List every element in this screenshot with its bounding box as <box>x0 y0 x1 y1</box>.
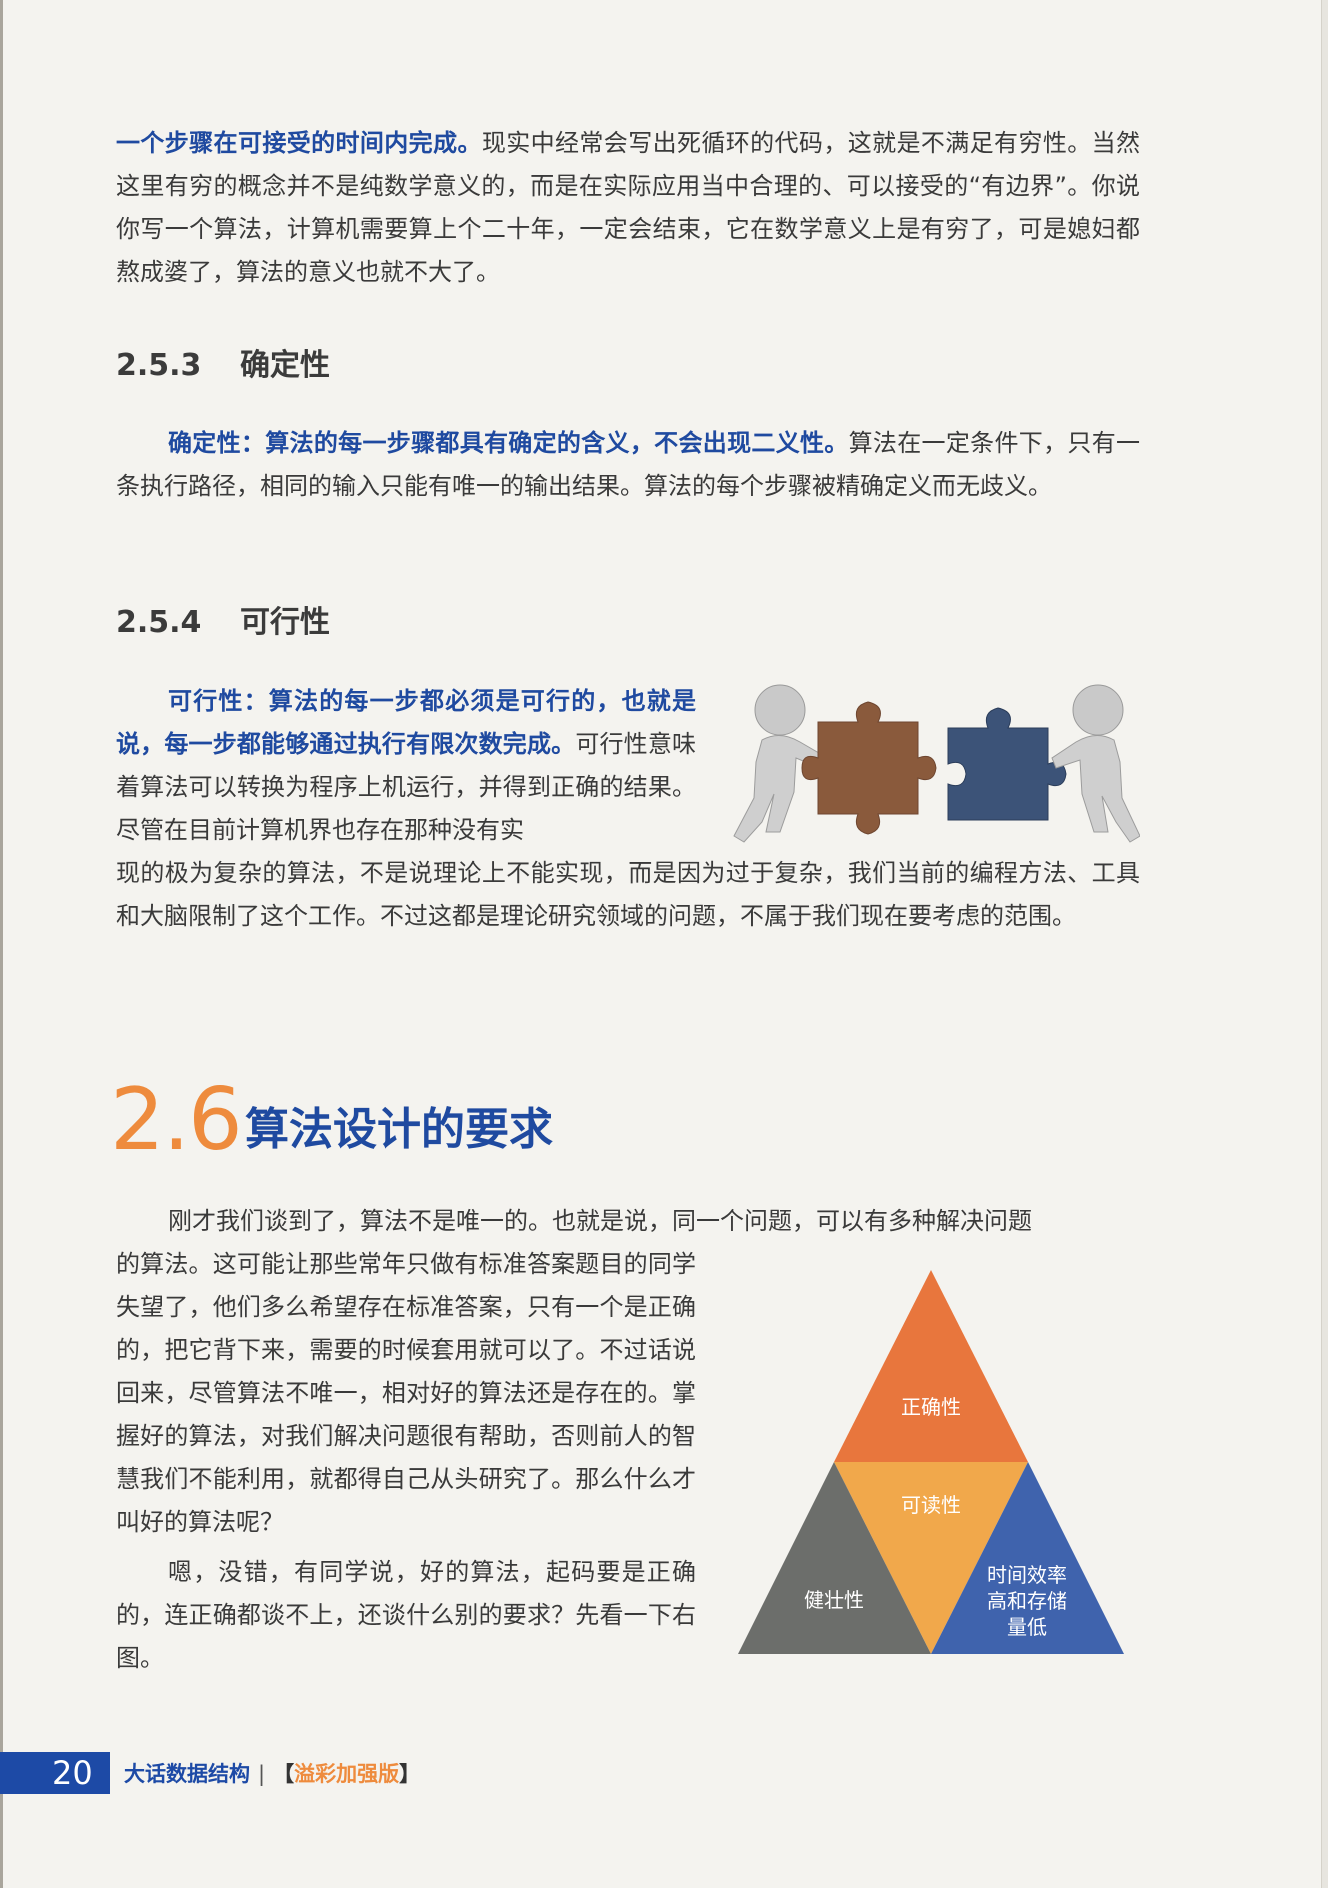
determinism-emphasis: 确定性：算法的每一步骤都具有确定的含义，不会出现二义性。 <box>168 429 849 457</box>
puzzle-piece-blue-icon <box>947 707 1067 821</box>
requirements-text-1: 的算法。这可能让那些常年只做有标准答案题目的同学失望了，他们多么希望存在标准答案… <box>116 1250 696 1536</box>
footer-book-title: 大话数据结构 | 【溢彩加强版】 <box>124 1758 420 1788</box>
pyramid-top-triangle <box>834 1270 1028 1462</box>
finiteness-paragraph: 一个步骤在可接受的时间内完成。现实中经常会写出死循环的代码，这就是不满足有穷性。… <box>116 122 1140 294</box>
page-edge <box>1321 0 1328 1888</box>
book-name: 大话数据结构 <box>124 1762 250 1786</box>
label-efficiency-line-2: 高和存储 <box>987 1589 1067 1613</box>
puzzle-illustration <box>733 684 1140 843</box>
feasibility-text-continued: 现的极为复杂的算法，不是说理论上不能实现，而是因为过于复杂，我们当前的编程方法、… <box>116 859 1140 930</box>
figure-right-icon <box>1051 684 1140 843</box>
finiteness-emphasis: 一个步骤在可接受的时间内完成。 <box>116 129 482 157</box>
requirements-paragraph-1: 的算法。这可能让那些常年只做有标准答案题目的同学失望了，他们多么希望存在标准答案… <box>116 1243 696 1544</box>
requirements-text-2: 嗯，没错，有同学说，好的算法，起码要是正确的，连正确都谈不上，还谈什么别的要求？… <box>116 1558 696 1672</box>
footer-separator: | <box>258 1762 266 1786</box>
page-spine <box>0 0 3 1888</box>
section-title: 算法设计的要求 <box>245 1104 553 1155</box>
heading-2-5-4: 2.5.4 可行性 <box>116 597 330 641</box>
heading-number: 2.5.4 <box>116 605 202 640</box>
determinism-paragraph: 确定性：算法的每一步骤都具有确定的含义，不会出现二义性。算法在一定条件下，只有一… <box>116 422 1140 508</box>
requirements-paragraph-2: 嗯，没错，有同学说，好的算法，起码要是正确的，连正确都谈不上，还谈什么别的要求？… <box>116 1551 696 1680</box>
requirements-intro-text: 刚才我们谈到了，算法不是唯一的。也就是说，同一个问题，可以有多种解决问题 <box>168 1207 1032 1235</box>
label-efficiency-line-1: 时间效率 <box>987 1563 1067 1587</box>
label-robustness: 健壮性 <box>804 1588 864 1612</box>
label-efficiency-line-3: 量低 <box>1007 1615 1047 1639</box>
bracket-open: 【 <box>273 1762 295 1786</box>
label-readability: 可读性 <box>901 1493 961 1517</box>
feasibility-paragraph-continued: 现的极为复杂的算法，不是说理论上不能实现，而是因为过于复杂，我们当前的编程方法、… <box>116 852 1140 938</box>
bracket-close: 】 <box>399 1762 421 1786</box>
label-correctness: 正确性 <box>901 1395 961 1419</box>
feasibility-paragraph: 可行性：算法的每一步都必须是可行的，也就是说，每一步都能够通过执行有限次数完成。… <box>116 680 696 852</box>
edition-name: 溢彩加强版 <box>294 1762 400 1786</box>
puzzle-piece-brown-icon <box>801 701 937 835</box>
heading-title: 确定性 <box>240 348 330 383</box>
heading-number: 2.5.3 <box>116 348 202 383</box>
heading-2-5-3: 2.5.3 确定性 <box>116 340 330 384</box>
requirements-intro: 刚才我们谈到了，算法不是唯一的。也就是说，同一个问题，可以有多种解决问题 <box>116 1200 1140 1243</box>
page-number: 20 <box>52 1754 93 1792</box>
section-number: 2.6 <box>110 1070 243 1170</box>
heading-title: 可行性 <box>240 605 330 640</box>
algorithm-quality-pyramid: 正确性 可读性 健壮性 时间效率 高和存储 量低 <box>738 1270 1124 1654</box>
